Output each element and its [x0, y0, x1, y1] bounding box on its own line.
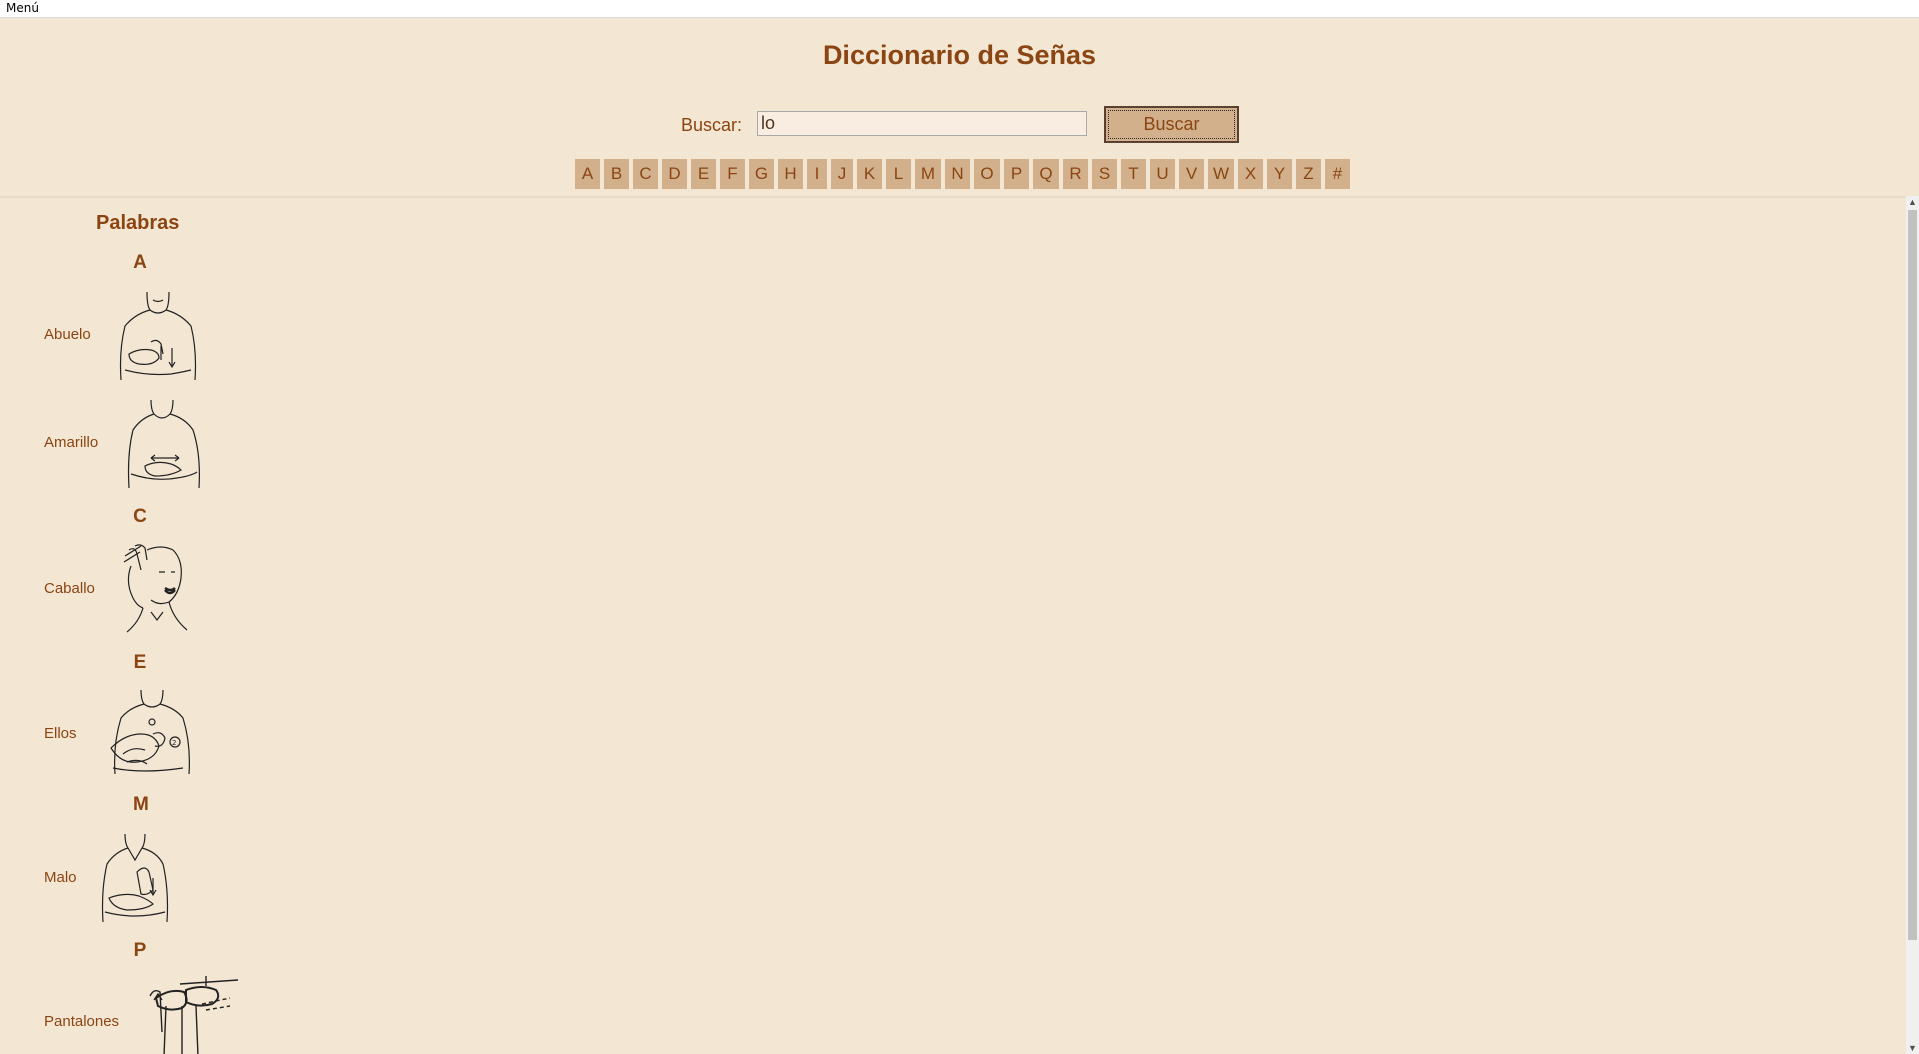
search-input[interactable]: [757, 111, 1087, 136]
results-panel: Palabras A Abuelo Amarillo C Caballo E E…: [0, 196, 1906, 1054]
scroll-up-arrow-icon[interactable]: ▲: [1906, 196, 1919, 208]
section-letter-p: P: [133, 940, 147, 961]
section-letter-c: C: [133, 506, 147, 527]
section-letter-m: M: [133, 794, 149, 815]
letter-link-p[interactable]: P: [1004, 159, 1029, 189]
letter-link-hash[interactable]: #: [1325, 159, 1350, 189]
sign-image-pantalones[interactable]: [146, 976, 240, 1054]
letter-link-o[interactable]: O: [974, 159, 1000, 189]
sign-image-ellos[interactable]: 2: [103, 688, 195, 776]
word-link-caballo[interactable]: Caballo: [44, 580, 95, 597]
letter-link-q[interactable]: Q: [1033, 159, 1059, 189]
search-button[interactable]: Buscar: [1104, 106, 1239, 143]
word-link-abuelo[interactable]: Abuelo: [44, 326, 91, 343]
search-label: Buscar:: [681, 115, 743, 135]
word-link-ellos[interactable]: Ellos: [44, 725, 77, 742]
letter-link-w[interactable]: W: [1208, 159, 1234, 189]
vertical-scrollbar[interactable]: ▲ ▼: [1906, 196, 1919, 1054]
letter-link-y[interactable]: Y: [1267, 159, 1292, 189]
letter-link-a[interactable]: A: [575, 159, 600, 189]
letter-link-g[interactable]: G: [749, 159, 774, 189]
page-title: Diccionario de Señas: [822, 40, 1097, 70]
letter-link-v[interactable]: V: [1179, 159, 1204, 189]
sign-drawing-abuelo-icon: [119, 291, 197, 381]
svg-text:2: 2: [172, 739, 176, 747]
alphabet-nav: A B C D E F G H I J K L M N O P Q R S T …: [575, 159, 1350, 189]
letter-link-n[interactable]: N: [945, 159, 970, 189]
menu-bar: Menú: [0, 0, 1919, 18]
letter-link-t[interactable]: T: [1121, 159, 1146, 189]
search-button-label: Buscar: [1108, 110, 1235, 139]
sign-image-abuelo[interactable]: [117, 290, 199, 382]
letter-link-e[interactable]: E: [691, 159, 716, 189]
letter-link-s[interactable]: S: [1092, 159, 1117, 189]
letter-link-d[interactable]: D: [662, 159, 687, 189]
letter-link-l[interactable]: L: [886, 159, 911, 189]
sign-drawing-amarillo-icon: [127, 399, 200, 489]
results-heading: Palabras: [96, 212, 180, 234]
letter-link-r[interactable]: R: [1063, 159, 1088, 189]
letter-link-b[interactable]: B: [604, 159, 629, 189]
letter-link-j[interactable]: J: [831, 159, 853, 189]
menu-item[interactable]: Menú: [6, 1, 39, 15]
section-letter-e: E: [133, 652, 147, 673]
scroll-down-arrow-icon[interactable]: ▼: [1906, 1042, 1919, 1054]
letter-link-i[interactable]: I: [807, 159, 827, 189]
letter-link-z[interactable]: Z: [1296, 159, 1321, 189]
letter-link-u[interactable]: U: [1150, 159, 1175, 189]
word-link-amarillo[interactable]: Amarillo: [44, 434, 98, 451]
sign-drawing-caballo-icon: [123, 544, 188, 633]
letter-link-k[interactable]: K: [857, 159, 882, 189]
word-link-pantalones[interactable]: Pantalones: [44, 1013, 119, 1030]
letter-link-c[interactable]: C: [633, 159, 658, 189]
section-letter-a: A: [133, 252, 147, 273]
word-link-malo[interactable]: Malo: [44, 869, 77, 886]
letter-link-h[interactable]: H: [778, 159, 803, 189]
sign-drawing-ellos-icon: 2: [110, 689, 190, 775]
sign-image-caballo[interactable]: [121, 542, 189, 634]
scroll-thumb[interactable]: [1908, 210, 1917, 940]
letter-link-m[interactable]: M: [915, 159, 941, 189]
sign-drawing-malo-icon: [101, 833, 169, 923]
sign-image-malo[interactable]: [101, 832, 173, 924]
letter-link-x[interactable]: X: [1238, 159, 1263, 189]
letter-link-f[interactable]: F: [720, 159, 745, 189]
sign-drawing-pantalones-icon: [149, 976, 239, 1054]
sign-image-amarillo[interactable]: [125, 398, 203, 490]
